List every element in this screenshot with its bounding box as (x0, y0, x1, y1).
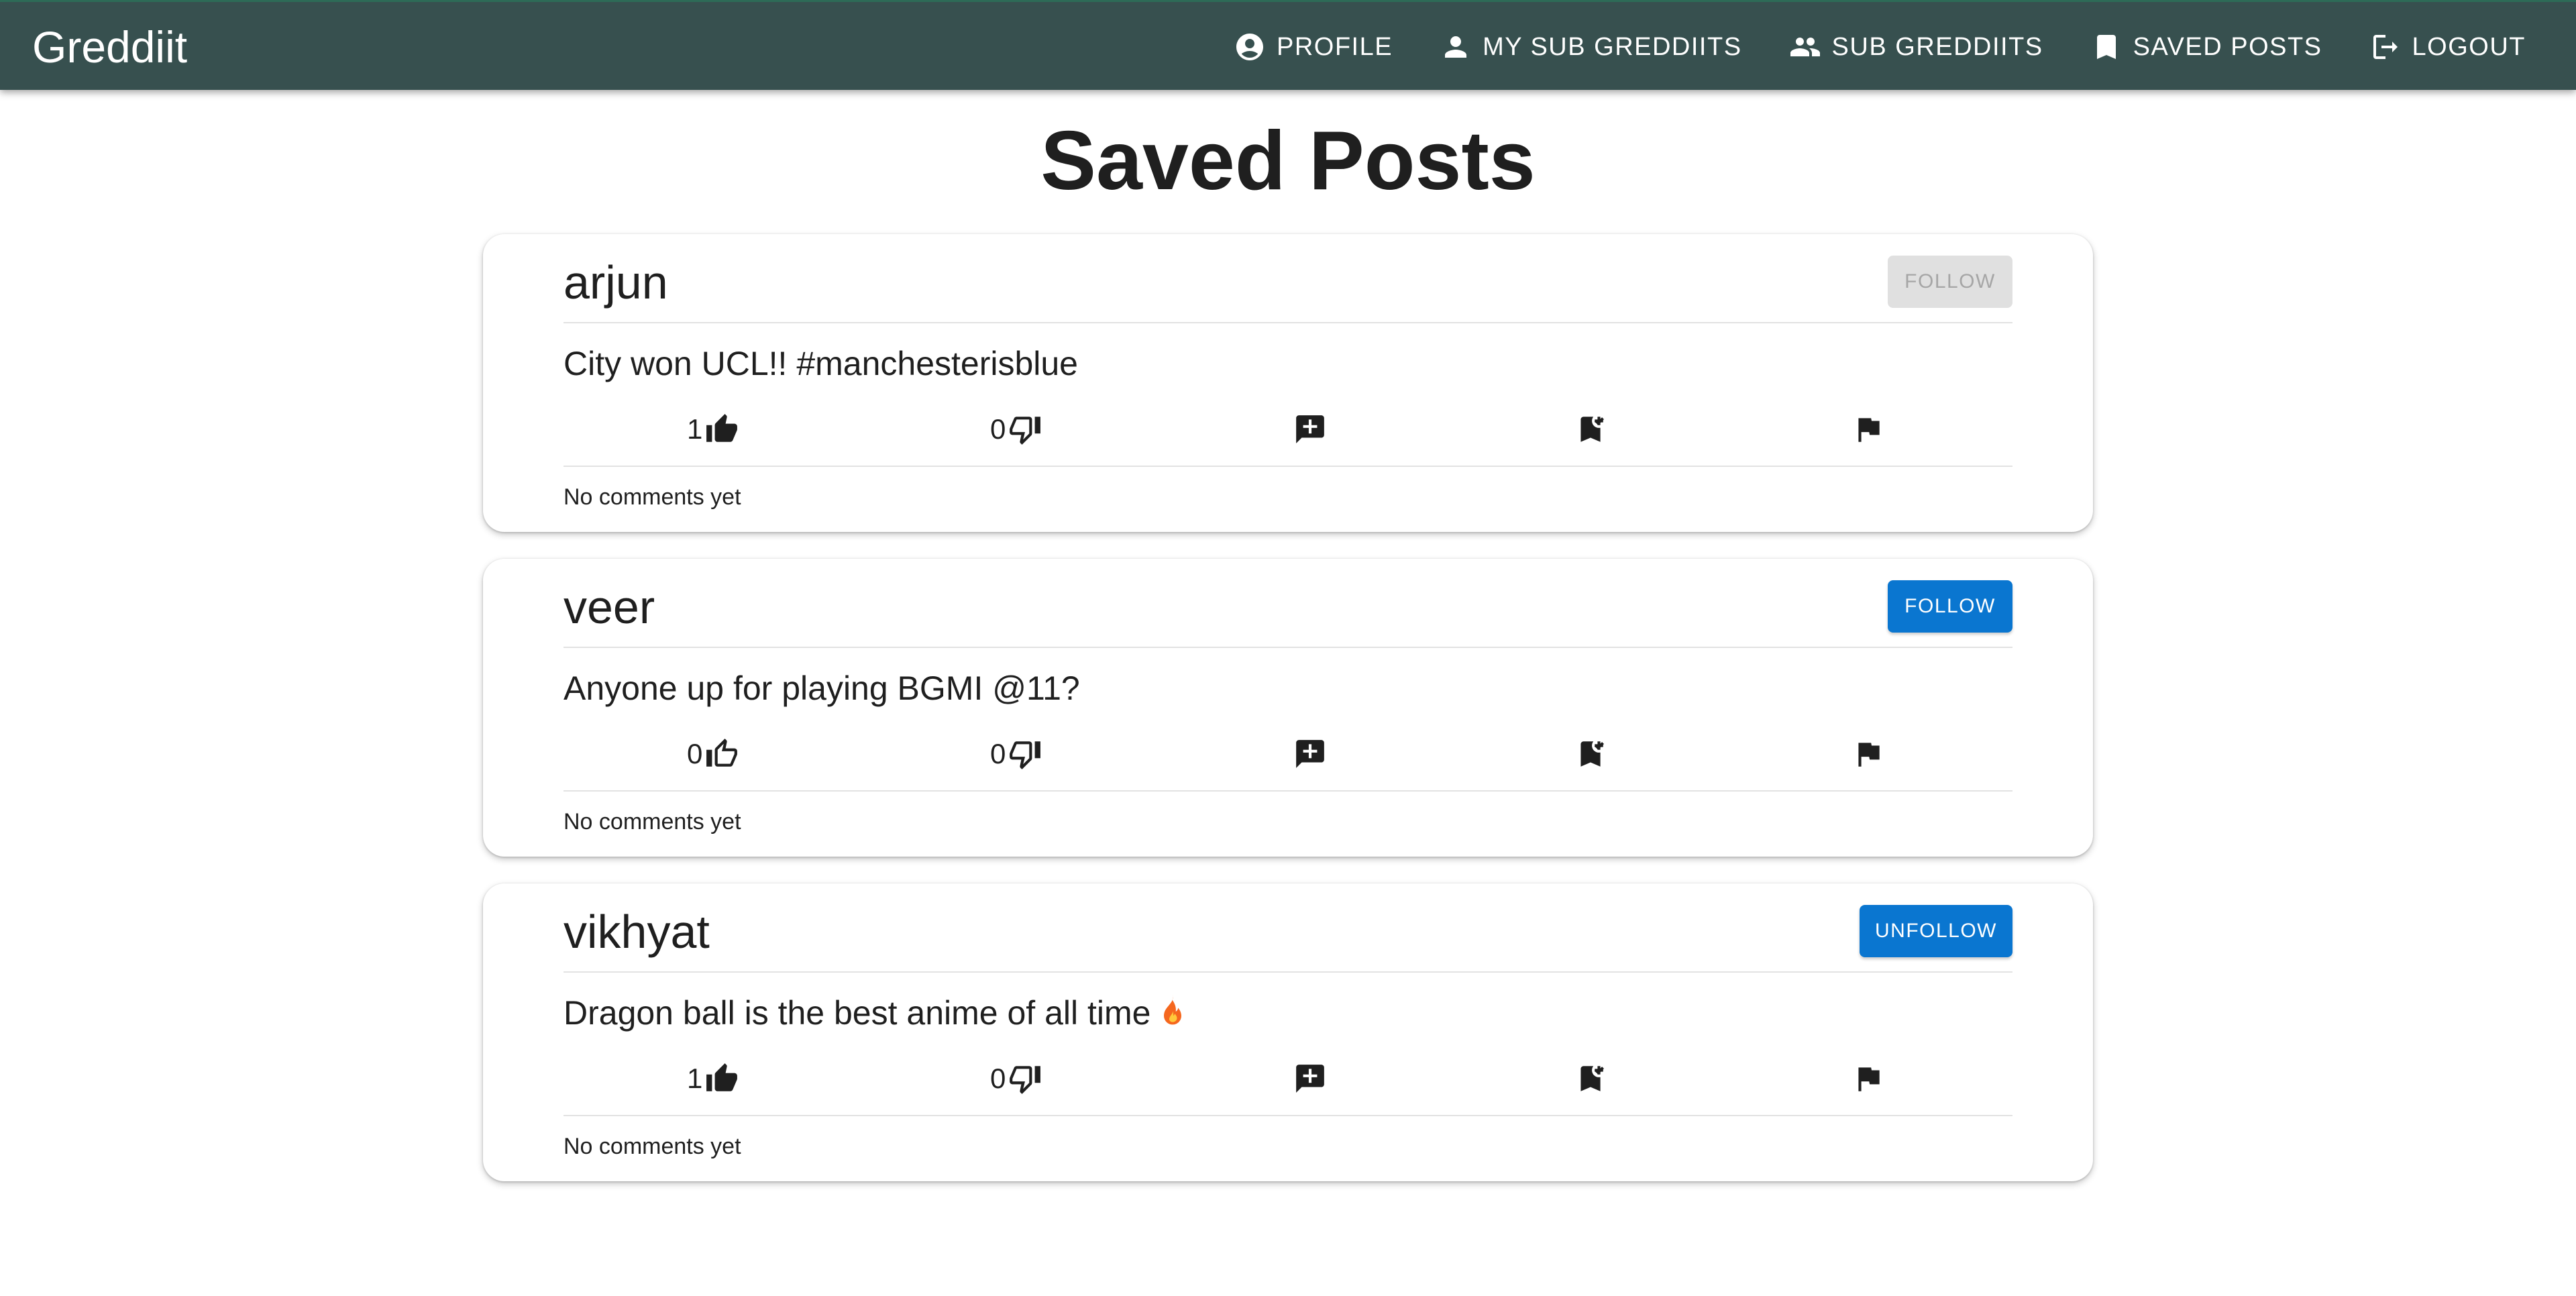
my-sub-greddiits-nav-label: MY SUB GREDDIITS (1483, 32, 1742, 61)
downvote-button[interactable]: 0 (990, 732, 1042, 776)
account-circle-icon (1236, 34, 1263, 60)
downvote-button[interactable]: 0 (990, 1057, 1042, 1101)
person-icon (1445, 36, 1467, 58)
header-divider (564, 647, 2012, 648)
upvote-button[interactable]: 0 (687, 732, 739, 776)
thumb-up-icon (706, 414, 738, 442)
bookmark-added-icon (1580, 417, 1604, 442)
post-card: arjun FOLLOW City won UCL!! #manchesteri… (483, 234, 2093, 532)
saved-button[interactable] (1574, 1057, 1607, 1101)
downvote-button[interactable]: 0 (990, 407, 1042, 451)
downvote-count: 0 (990, 1063, 1006, 1094)
post-card: veer FOLLOW Anyone up for playing BGMI @… (483, 559, 2093, 857)
comments-divider (564, 790, 2012, 792)
saved-button[interactable] (1574, 732, 1607, 776)
unfollow-button[interactable]: UNFOLLOW (1860, 905, 2012, 957)
add-comment-button[interactable] (1293, 407, 1327, 451)
fire-emoji-icon (1164, 994, 1182, 1025)
post-actions: 1 0 (564, 407, 2012, 451)
downvote-count: 0 (990, 738, 1006, 769)
post-text: City won UCL!! #manchesterisblue (564, 345, 1078, 382)
saved-posts-nav-label: SAVED POSTS (2133, 32, 2322, 61)
post-text: Anyone up for playing BGMI @11? (564, 669, 1080, 707)
downvote-count: 0 (990, 413, 1006, 445)
flag-icon (1858, 1067, 1880, 1091)
page-title: Saved Posts (1040, 115, 1536, 207)
comments-divider (564, 466, 2012, 467)
bookmark-added-icon (1580, 1066, 1604, 1091)
post-text-content: Dragon ball is the best anime of all tim… (564, 994, 1151, 1032)
flag-icon (1858, 743, 1880, 767)
comments-status: No comments yet (564, 809, 741, 834)
upvote-count: 0 (687, 738, 703, 769)
follow-button[interactable]: FOLLOW (1888, 256, 2012, 308)
add-comment-button[interactable] (1293, 1057, 1327, 1101)
add-comment-button[interactable] (1293, 732, 1327, 776)
post-actions: 0 0 (564, 732, 2012, 776)
add-comment-icon (1296, 415, 1324, 443)
my-sub-greddiits-nav-button[interactable]: MY SUB GREDDIITS (1416, 2, 1765, 92)
comments-status: No comments yet (564, 1134, 741, 1159)
post-card: vikhyat UNFOLLOW Dragon ball is the best… (483, 883, 2093, 1181)
add-comment-icon (1296, 740, 1324, 768)
report-button[interactable] (1851, 1057, 1885, 1101)
post-author[interactable]: vikhyat (564, 904, 710, 960)
comments-status: No comments yet (564, 484, 741, 510)
follow-button[interactable]: FOLLOW (1888, 580, 2012, 633)
post-author[interactable]: veer (564, 579, 655, 635)
post-author[interactable]: arjun (564, 254, 668, 311)
profile-nav-label: PROFILE (1276, 32, 1393, 61)
upvote-count: 1 (687, 413, 703, 445)
upvote-button[interactable]: 1 (687, 407, 739, 451)
people-icon (1790, 38, 1820, 56)
header-divider (564, 971, 2012, 973)
upvote-button[interactable]: 1 (687, 1057, 739, 1101)
bookmark-added-icon (1580, 741, 1604, 767)
thumb-up-icon (706, 1063, 738, 1091)
upvote-count: 1 (687, 1063, 703, 1094)
header-divider (564, 322, 2012, 323)
logout-nav-label: LOGOUT (2412, 32, 2526, 61)
app-title[interactable]: Greddiit (32, 21, 187, 73)
thumb-down-icon (1010, 417, 1041, 445)
add-comment-icon (1296, 1065, 1324, 1093)
bookmark-icon (2096, 35, 2116, 59)
report-button[interactable] (1851, 407, 1885, 451)
logout-icon (2373, 35, 2398, 59)
post-actions: 1 0 (564, 1057, 2012, 1101)
thumb-down-icon (1010, 741, 1041, 769)
logout-nav-button[interactable]: LOGOUT (2346, 2, 2549, 92)
comments-divider (564, 1115, 2012, 1116)
report-button[interactable] (1851, 732, 1885, 776)
sub-greddiits-nav-label: SUB GREDDIITS (1831, 32, 2043, 61)
flag-icon (1858, 418, 1880, 442)
nav-bar: PROFILE MY SUB GREDDIITS SUB GREDDIITS S… (1210, 2, 2549, 92)
profile-nav-button[interactable]: PROFILE (1210, 2, 1416, 92)
sub-greddiits-nav-button[interactable]: SUB GREDDIITS (1766, 2, 2067, 92)
saved-posts-nav-button[interactable]: SAVED POSTS (2067, 2, 2346, 92)
post-text: Dragon ball is the best anime of all tim… (564, 991, 1188, 1035)
thumb-up-outline-icon (706, 739, 738, 767)
saved-button[interactable] (1574, 407, 1607, 451)
thumb-down-icon (1010, 1066, 1041, 1094)
app-bar: Greddiit PROFILE MY SUB GREDDIITS SUB GR… (0, 0, 2576, 90)
